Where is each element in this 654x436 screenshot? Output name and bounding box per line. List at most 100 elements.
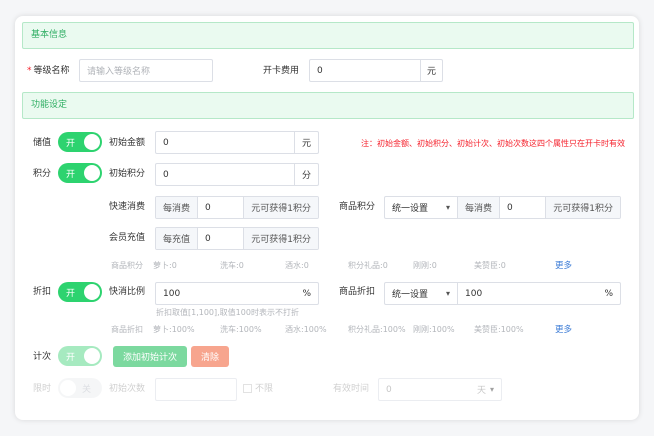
goods-points-item: 刚刚:0 xyxy=(413,261,437,270)
quick-ratio-unit: % xyxy=(302,288,311,299)
goods-points-item: 积分礼品:0 xyxy=(348,261,388,270)
level-name-label: * 等级名称 xyxy=(27,64,70,78)
goods-points-value[interactable]: 0 xyxy=(499,197,545,218)
goods-points-prefix: 每消费 xyxy=(457,197,500,218)
goods-points-group: 统一设置 ▾ 每消费 0 元可获得1积分 xyxy=(384,196,621,219)
card-fee-unit: 元 xyxy=(419,60,442,81)
initial-values-note: 注：初始金额、初始积分、初始计次、初始次数这四个属性只在开卡时有效 xyxy=(361,139,625,148)
discount-switch[interactable]: 开 xyxy=(58,282,102,302)
discount-more-link[interactable]: 更多 xyxy=(555,324,572,336)
discount-switch-text: 开 xyxy=(66,288,76,299)
recharge-points-input[interactable]: 每充值 0 元可获得1积分 xyxy=(155,227,319,250)
goods-points-item: 美赞臣:0 xyxy=(474,261,506,270)
quick-consume-points-input[interactable]: 每消费 0 元可获得1积分 xyxy=(155,196,319,219)
card-fee-value: 0 xyxy=(317,65,323,76)
initial-points-unit: 分 xyxy=(293,164,318,185)
points-more-link[interactable]: 更多 xyxy=(555,260,572,272)
chevron-down-icon: ▾ xyxy=(489,385,494,394)
valid-time-unit-text: 天 xyxy=(476,386,486,396)
initial-points-value: 0 xyxy=(163,169,169,180)
initial-amount-label: 初始金额 xyxy=(109,138,146,148)
points-switch-text: 开 xyxy=(66,169,76,180)
required-mark: * xyxy=(27,66,32,76)
initial-amount-input[interactable]: 0 元 xyxy=(155,131,319,154)
checkbox-icon xyxy=(243,384,252,393)
initial-points-input[interactable]: 0 分 xyxy=(155,163,319,186)
unlimited-label: 不限 xyxy=(255,384,274,394)
level-name-placeholder: 请输入等级名称 xyxy=(87,67,151,77)
goods-discount-unit: % xyxy=(604,288,613,299)
goods-discount-label: 商品折扣 xyxy=(339,287,376,297)
goods-discount-item: 积分礼品:100% xyxy=(348,325,406,334)
discount-label: 折扣 xyxy=(33,287,52,297)
quick-consume-value: 0 xyxy=(197,197,243,218)
goods-points-select-value: 统一设置 xyxy=(392,204,429,214)
stored-value-switch-text: 开 xyxy=(66,138,76,149)
clear-button[interactable]: 清除 xyxy=(191,346,229,367)
section-basic-info: 基本信息 xyxy=(22,22,634,49)
initial-points-label: 初始积分 xyxy=(109,169,146,179)
card-fee-label: 开卡费用 xyxy=(263,66,300,76)
goods-points-select[interactable]: 统一设置 ▾ xyxy=(385,197,457,218)
goods-discount-select[interactable]: 统一设置 ▾ xyxy=(385,283,457,304)
goods-discount-value[interactable]: 100 xyxy=(457,283,597,304)
member-recharge-label: 会员充值 xyxy=(109,233,146,243)
member-level-form: 基本信息 * 等级名称 请输入等级名称 开卡费用 0 元 功能设定 储值 开 初始… xyxy=(15,16,639,420)
timed-label: 限时 xyxy=(33,384,52,394)
timed-switch-text: 关 xyxy=(82,384,92,395)
quick-consume-label: 快速消费 xyxy=(109,202,146,212)
goods-discount-item: 刚刚:100% xyxy=(413,325,455,334)
section-function-settings: 功能设定 xyxy=(22,92,634,119)
initial-amount-value: 0 xyxy=(163,137,169,148)
goods-points-row-title: 商品积分 xyxy=(111,261,143,270)
initial-times-label: 初始次数 xyxy=(109,384,146,394)
chevron-down-icon: ▾ xyxy=(445,289,450,298)
quick-ratio-value: 100 xyxy=(163,288,181,299)
goods-discount-group: 统一设置 ▾ 100 % xyxy=(384,282,621,305)
quick-consume-prefix: 每消费 xyxy=(156,197,198,218)
quick-consume-suffix: 元可获得1积分 xyxy=(243,197,318,218)
initial-times-input[interactable] xyxy=(155,378,237,401)
goods-points-label: 商品积分 xyxy=(339,202,376,212)
valid-time-label: 有效时间 xyxy=(333,384,370,394)
stored-value-switch[interactable]: 开 xyxy=(58,132,102,152)
count-label: 计次 xyxy=(33,352,52,362)
chevron-down-icon: ▾ xyxy=(445,203,450,212)
goods-points-item: 酒水:0 xyxy=(285,261,309,270)
recharge-prefix: 每充值 xyxy=(156,228,198,249)
points-switch[interactable]: 开 xyxy=(58,163,102,183)
goods-points-suffix: 元可获得1积分 xyxy=(545,197,620,218)
unlimited-checkbox[interactable]: 不限 xyxy=(243,382,273,396)
initial-times-value xyxy=(156,379,236,400)
level-name-input[interactable]: 请输入等级名称 xyxy=(79,59,213,82)
recharge-value: 0 xyxy=(197,228,243,249)
switch-knob xyxy=(84,348,100,364)
quick-ratio-input[interactable]: 100 % xyxy=(155,282,319,305)
level-name-label-text: 等级名称 xyxy=(33,66,70,76)
switch-knob xyxy=(84,165,100,181)
initial-amount-unit: 元 xyxy=(293,132,318,153)
switch-knob xyxy=(60,380,76,396)
valid-time-value: 0 xyxy=(386,384,392,395)
stored-value-label: 储值 xyxy=(33,138,52,148)
goods-discount-row-title: 商品折扣 xyxy=(111,325,143,334)
switch-knob xyxy=(84,134,100,150)
goods-discount-select-value: 统一设置 xyxy=(392,290,429,300)
points-label: 积分 xyxy=(33,169,52,179)
count-switch-text: 开 xyxy=(66,352,76,363)
discount-hint: 折扣取值[1,100],取值100时表示不打折 xyxy=(156,308,299,317)
goods-points-item: 萝卜:0 xyxy=(153,261,177,270)
goods-discount-item: 洗车:100% xyxy=(220,325,262,334)
goods-points-item: 洗车:0 xyxy=(220,261,244,270)
recharge-suffix: 元可获得1积分 xyxy=(243,228,318,249)
timed-switch[interactable]: 关 xyxy=(58,378,102,398)
goods-discount-item: 酒水:100% xyxy=(285,325,327,334)
card-fee-input[interactable]: 0 元 xyxy=(309,59,443,82)
count-switch[interactable]: 开 xyxy=(58,346,102,366)
valid-time-input[interactable]: 0 天 ▾ xyxy=(378,378,502,401)
goods-discount-item: 美赞臣:100% xyxy=(474,325,524,334)
valid-time-unit: 天 ▾ xyxy=(470,379,501,400)
goods-discount-item: 萝卜:100% xyxy=(153,325,195,334)
switch-knob xyxy=(84,284,100,300)
add-initial-count-button[interactable]: 添加初始计次 xyxy=(113,346,187,367)
